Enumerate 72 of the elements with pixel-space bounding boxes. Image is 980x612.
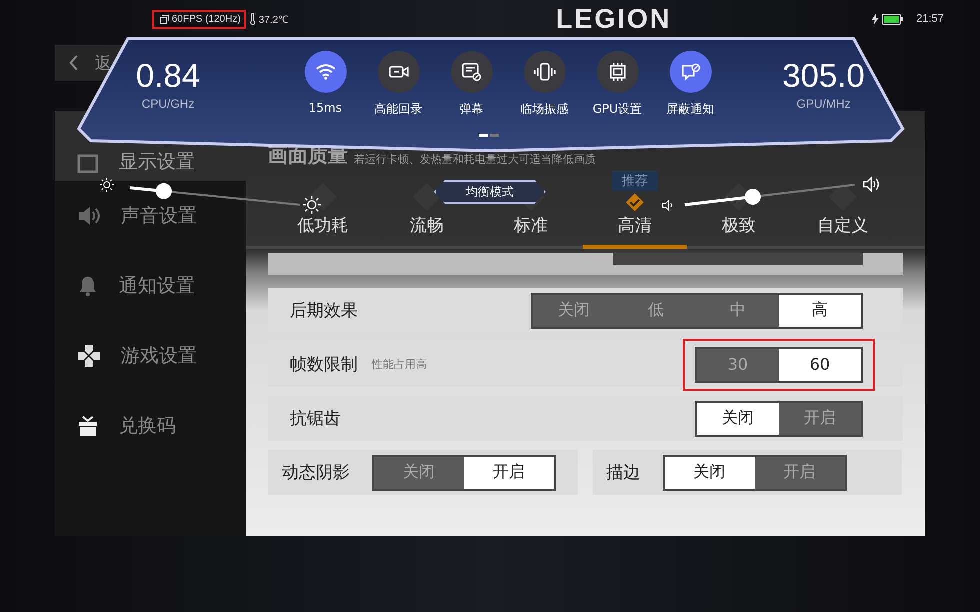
sidebar-label: 声音设置 (121, 204, 197, 229)
chat-blocked-icon (680, 63, 700, 81)
option-button[interactable]: 关闭 (374, 456, 464, 488)
option-button[interactable]: 关闭 (664, 456, 754, 488)
gpu-value: 305.0 (782, 57, 866, 95)
slider-thumb[interactable] (156, 183, 172, 200)
thermometer-icon (248, 13, 257, 25)
tool-label: 临场振感 (520, 101, 568, 118)
video-camera-icon (388, 64, 408, 80)
setting-label: 抗锯齿 (290, 408, 341, 430)
sidebar-label: 兑换码 (119, 414, 176, 439)
tool-label: 高能回录 (374, 101, 422, 118)
diamond-icon (828, 182, 858, 212)
setting-note: 性能占用高 (372, 357, 427, 372)
vibration-icon (534, 63, 556, 81)
preset-tab[interactable]: 自定义 (791, 171, 895, 249)
mode-badge: 均衡模式 (434, 180, 546, 204)
gift-icon (77, 415, 99, 437)
temperature: 37.2℃ (258, 14, 288, 26)
fps-indicator: 60FPS (120Hz) (152, 10, 246, 28)
option-button[interactable]: 开启 (464, 456, 554, 488)
option-button[interactable]: 开启 (754, 456, 844, 488)
diamond-icon (308, 182, 338, 212)
option-button[interactable]: 开启 (779, 402, 861, 434)
sidebar-item[interactable]: 游戏设置 (55, 321, 246, 391)
cpu-value: 0.84 (136, 57, 200, 95)
tool-label: 弹幕 (460, 101, 484, 118)
section-hint: 若运行卡顿、发热量和耗电量过大可适当降低画质 (354, 152, 596, 168)
logo: LEGION (556, 4, 672, 34)
chip-icon (608, 62, 628, 82)
sidebar-label: 通知设置 (119, 274, 195, 299)
subtitles-icon (462, 63, 482, 81)
dpad-icon (77, 344, 101, 368)
sidebar-item[interactable]: 声音设置 (55, 181, 246, 251)
speaker-icon (77, 205, 101, 227)
sidebar-label: 游戏设置 (121, 344, 197, 369)
tool-label: 屏蔽通知 (666, 101, 714, 118)
bell-icon (77, 275, 99, 297)
option-button[interactable]: 低 (615, 294, 697, 326)
option-button[interactable]: 关闭 (697, 402, 779, 434)
page-indicator (479, 134, 499, 137)
slider-thumb[interactable] (745, 189, 761, 205)
preset-tab[interactable]: 低功耗 (271, 171, 375, 249)
gpu-unit: GPU/MHz (796, 97, 851, 111)
brightness-high-icon (303, 196, 321, 214)
diamond-icon (412, 182, 442, 212)
volume-low-icon (662, 200, 674, 211)
option-button[interactable]: 高 (779, 294, 861, 326)
sidebar-item[interactable]: 兑换码 (55, 391, 246, 461)
setting-label: 后期效果 (290, 300, 358, 322)
square-icon (77, 153, 99, 175)
wifi-icon (316, 64, 336, 80)
preset-tab[interactable]: 推荐 高清 (583, 171, 687, 249)
tool-label: 15ms (308, 101, 342, 115)
setting-label: 帧数限制 (290, 354, 358, 376)
setting-label: 动态阴影 (282, 462, 350, 484)
back-icon (69, 55, 79, 71)
clock: 21:57 (916, 13, 944, 25)
option-button[interactable]: 60 (779, 348, 861, 380)
cpu-unit: CPU/GHz (142, 97, 195, 111)
option-button[interactable]: 关闭 (533, 294, 615, 326)
brightness-low-icon (100, 178, 114, 192)
battery-icon (882, 14, 904, 24)
setting-label: 描边 (606, 462, 640, 484)
recommend-badge: 推荐 (612, 171, 658, 191)
volume-high-icon (863, 177, 880, 192)
sidebar-item[interactable]: 通知设置 (55, 251, 246, 321)
tool-label: GPU设置 (592, 101, 642, 118)
option-button[interactable]: 中 (697, 294, 779, 326)
option-button[interactable]: 30 (697, 348, 779, 380)
sidebar-label: 显示设置 (119, 150, 195, 175)
layers-icon (160, 14, 169, 24)
